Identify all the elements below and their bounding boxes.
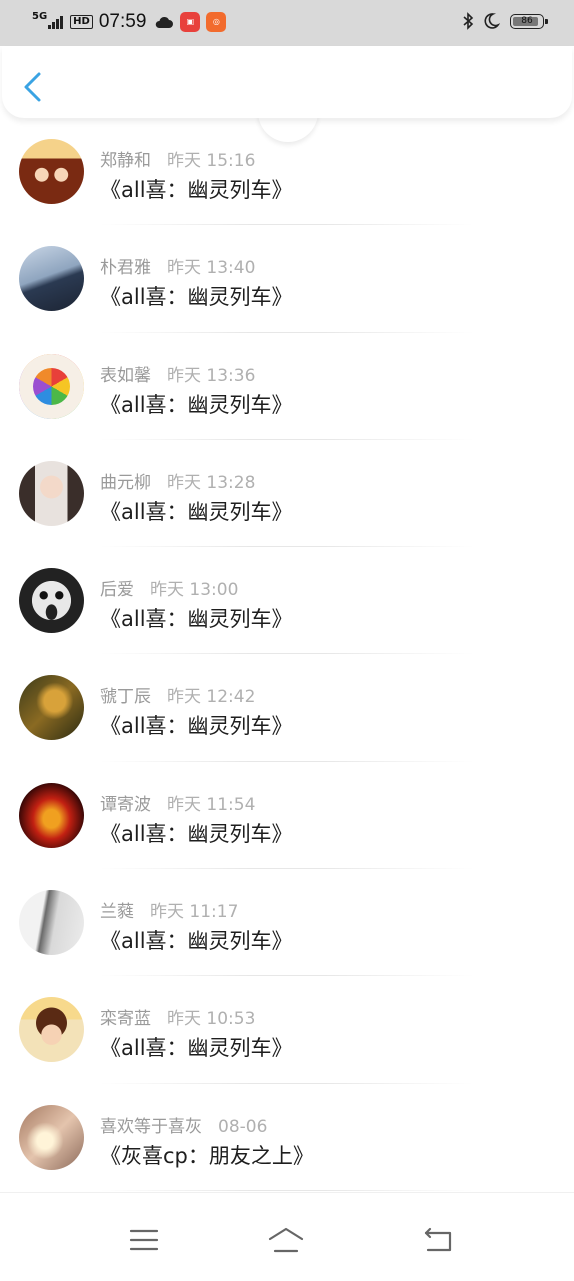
timestamp: 昨天 13:40 — [167, 258, 256, 279]
list-item[interactable]: 曲元柳 昨天 13:28 《all喜：幽灵列车》 — [0, 440, 574, 548]
timestamp: 昨天 10:53 — [167, 1009, 256, 1030]
status-bar: 5G HD 07:59 ▣ ◎ 86 — [0, 0, 574, 46]
timestamp: 昨天 13:00 — [150, 580, 239, 601]
timestamp: 昨天 13:36 — [167, 365, 256, 386]
signal-icon — [48, 15, 64, 29]
list-item[interactable]: 兰蕤 昨天 11:17 《all喜：幽灵列车》 — [0, 869, 574, 977]
cloud-icon — [156, 16, 174, 28]
timestamp: 昨天 12:42 — [167, 687, 256, 708]
author-name: 栾寄蓝 — [100, 1009, 151, 1030]
back-nav-button[interactable] — [420, 1225, 456, 1255]
avatar — [19, 782, 84, 848]
avatar — [19, 890, 84, 956]
moon-icon — [484, 13, 500, 29]
avatar — [19, 246, 84, 312]
author-name: 虢丁辰 — [100, 687, 151, 708]
work-title: 《all喜：幽灵列车》 — [100, 929, 293, 954]
avatar — [19, 568, 84, 634]
menu-button[interactable] — [126, 1225, 162, 1255]
top-bar — [2, 46, 572, 118]
list-item[interactable]: 谭寄波 昨天 11:54 《all喜：幽灵列车》 — [0, 762, 574, 870]
work-title: 《灰喜cp：朋友之上》 — [100, 1143, 314, 1168]
app-notification-icon: ▣ — [180, 12, 201, 32]
network-type: 5G — [32, 10, 48, 22]
timestamp: 昨天 13:28 — [167, 472, 256, 493]
work-title: 《all喜：幽灵列车》 — [100, 607, 293, 632]
hd-icon: HD — [70, 15, 93, 29]
author-name: 郑静和 — [100, 151, 151, 171]
avatar — [19, 460, 84, 526]
home-button[interactable] — [266, 1225, 306, 1255]
timestamp: 昨天 15:16 — [167, 151, 256, 171]
battery-level: 86 — [521, 15, 533, 26]
timestamp: 昨天 11:17 — [150, 902, 239, 923]
author-name: 曲元柳 — [100, 472, 151, 493]
author-name: 表如馨 — [100, 365, 151, 386]
timestamp: 08-06 — [218, 1116, 268, 1137]
avatar — [19, 675, 84, 741]
list-item[interactable]: 后爱 昨天 13:00 《all喜：幽灵列车》 — [0, 547, 574, 655]
avatar — [19, 139, 84, 204]
list-item[interactable]: 朴君雅 昨天 13:40 《all喜：幽灵列车》 — [0, 225, 574, 333]
divider — [100, 1189, 474, 1191]
bluetooth-icon — [463, 12, 474, 30]
system-nav-bar — [0, 1192, 574, 1281]
timestamp: 昨天 11:54 — [167, 794, 256, 815]
list-item[interactable]: 喜欢等于喜灰 08-06 《灰喜cp：朋友之上》 — [0, 1084, 574, 1191]
avatar — [19, 997, 84, 1063]
app-notification-icon: ◎ — [206, 12, 227, 32]
clock: 07:59 — [98, 11, 147, 32]
author-name: 朴君雅 — [100, 258, 151, 279]
author-name: 喜欢等于喜灰 — [100, 1116, 202, 1137]
list-item[interactable]: 栾寄蓝 昨天 10:53 《all喜：幽灵列车》 — [0, 976, 574, 1084]
chevron-left-icon — [24, 72, 41, 102]
author-name: 兰蕤 — [100, 902, 134, 923]
status-right: 86 — [462, 12, 548, 30]
battery-icon: 86 — [510, 13, 548, 29]
work-title: 《all喜：幽灵列车》 — [100, 285, 293, 310]
work-title: 《all喜：幽灵列车》 — [100, 392, 293, 417]
menu-icon — [129, 1229, 159, 1251]
work-title: 《all喜：幽灵列车》 — [100, 178, 293, 202]
back-icon — [424, 1227, 452, 1252]
work-title: 《all喜：幽灵列车》 — [100, 1036, 293, 1061]
status-left: 5G HD 07:59 ▣ ◎ — [32, 10, 227, 34]
list-item[interactable]: 表如馨 昨天 13:36 《all喜：幽灵列车》 — [0, 333, 574, 440]
avatar — [19, 1104, 84, 1170]
work-title: 《all喜：幽灵列车》 — [100, 821, 293, 846]
back-button[interactable] — [20, 70, 46, 104]
message-list: 郑静和 昨天 15:16 《all喜：幽灵列车》 朴君雅 昨天 13:40 《all… — [0, 118, 574, 1191]
list-item[interactable]: 虢丁辰 昨天 12:42 《all喜：幽灵列车》 — [0, 654, 574, 762]
author-name: 谭寄波 — [100, 794, 151, 815]
author-name: 后爱 — [100, 580, 134, 601]
avatar — [19, 353, 84, 419]
home-icon — [268, 1227, 304, 1253]
work-title: 《all喜：幽灵列车》 — [100, 499, 293, 524]
work-title: 《all喜：幽灵列车》 — [100, 714, 293, 739]
